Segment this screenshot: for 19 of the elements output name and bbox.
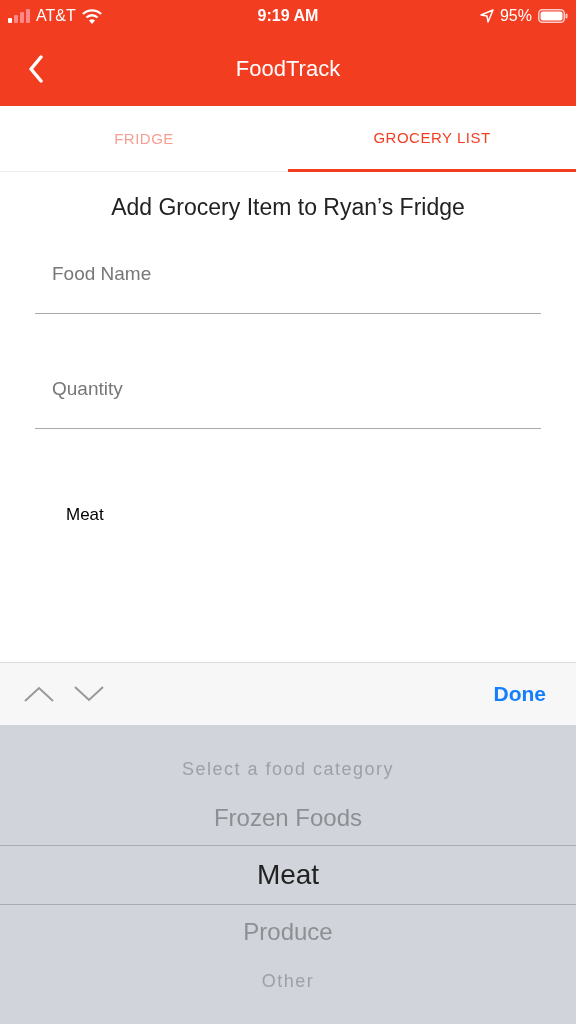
chevron-up-icon [24, 686, 54, 702]
form-heading: Add Grocery Item to Ryan’s Fridge [110, 194, 466, 221]
picker-option[interactable]: Meat [0, 845, 576, 905]
carrier-name: AT&T [36, 7, 76, 25]
location-arrow-icon [479, 9, 494, 23]
signal-icon [8, 9, 30, 23]
status-time: 9:19 AM [257, 7, 319, 25]
picker-option[interactable]: Frozen Foods [0, 791, 576, 845]
chevron-down-icon [74, 686, 104, 702]
done-button[interactable]: Done [487, 682, 552, 706]
previous-field-button[interactable] [24, 686, 54, 702]
picker-option[interactable]: Produce [0, 905, 576, 959]
next-field-button[interactable] [74, 686, 104, 702]
wifi-icon [81, 8, 102, 24]
category-value[interactable]: Meat [66, 505, 104, 525]
battery-percent: 95% [499, 7, 532, 25]
battery-icon [538, 9, 568, 23]
app-title: FoodTrack [235, 56, 341, 82]
chevron-left-icon [28, 55, 44, 83]
